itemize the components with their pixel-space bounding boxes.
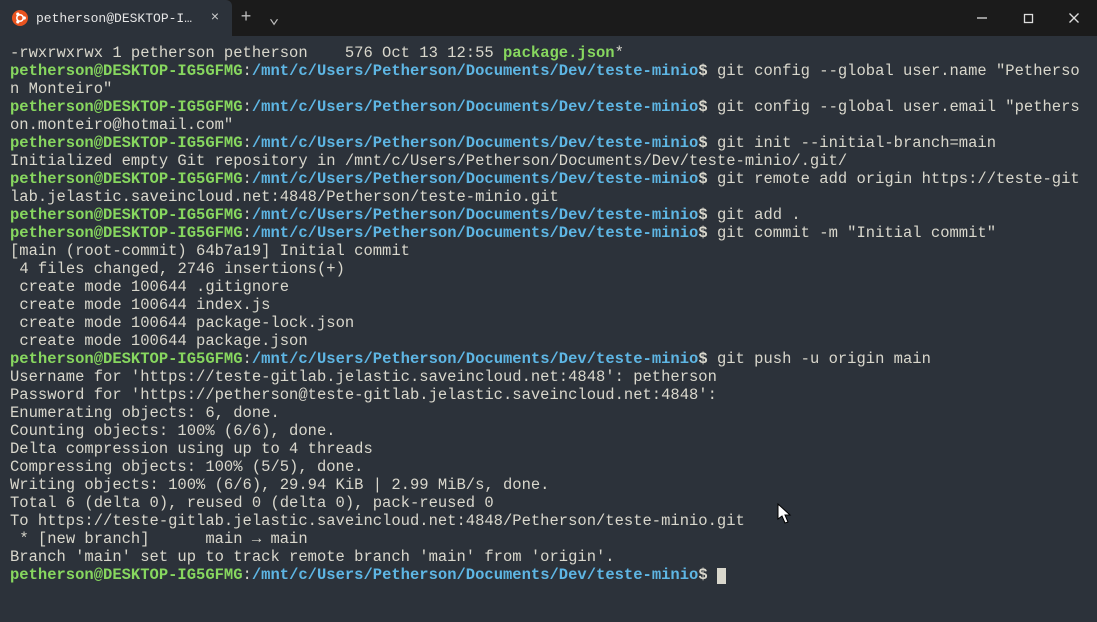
push-out: Total 6 (delta 0), reused 0 (delta 0), p… xyxy=(10,494,494,512)
commit-out: create mode 100644 index.js xyxy=(10,296,270,314)
titlebar: petherson@DESKTOP-IG5GFM × + ⌄ xyxy=(0,0,1097,36)
commit-out: 4 files changed, 2746 insertions(+) xyxy=(10,260,345,278)
tab-title: petherson@DESKTOP-IG5GFM xyxy=(36,11,196,26)
cmd-git-init: git init --initial-branch=main xyxy=(708,134,996,152)
prompt-user: petherson@DESKTOP-IG5GFMG xyxy=(10,62,243,80)
commit-out: create mode 100644 package-lock.json xyxy=(10,314,354,332)
terminal-window: petherson@DESKTOP-IG5GFM × + ⌄ -rwxrwxrw… xyxy=(0,0,1097,622)
prompt-path: /mnt/c/Users/Petherson/Documents/Dev/tes… xyxy=(252,206,698,224)
ls-filename: package.json xyxy=(503,44,615,62)
push-out: Compressing objects: 100% (5/5), done. xyxy=(10,458,363,476)
commit-out: create mode 100644 .gitignore xyxy=(10,278,289,296)
push-out: To https://teste-gitlab.jelastic.saveinc… xyxy=(10,512,745,530)
push-out: Username for 'https://teste-gitlab.jelas… xyxy=(10,368,717,386)
prompt-user: petherson@DESKTOP-IG5GFMG xyxy=(10,206,243,224)
tab-close-button[interactable]: × xyxy=(208,11,222,25)
out-git-init: Initialized empty Git repository in /mnt… xyxy=(10,152,847,170)
prompt-user: petherson@DESKTOP-IG5GFMG xyxy=(10,170,243,188)
minimize-button[interactable] xyxy=(959,0,1005,36)
commit-out: create mode 100644 package.json xyxy=(10,332,308,350)
new-tab-button[interactable]: + xyxy=(232,0,260,36)
terminal-output[interactable]: -rwxrwxrwx 1 petherson petherson 576 Oct… xyxy=(0,36,1097,622)
prompt-user: petherson@DESKTOP-IG5GFMG xyxy=(10,134,243,152)
cmd-git-add: git add . xyxy=(708,206,801,224)
push-out: Delta compression using up to 4 threads xyxy=(10,440,373,458)
push-out: Password for 'https://petherson@teste-gi… xyxy=(10,386,717,404)
prompt-path: /mnt/c/Users/Petherson/Documents/Dev/tes… xyxy=(252,224,698,242)
cmd-git-commit: git commit -m "Initial commit" xyxy=(708,224,996,242)
push-out: Enumerating objects: 6, done. xyxy=(10,404,280,422)
maximize-button[interactable] xyxy=(1005,0,1051,36)
terminal-tab[interactable]: petherson@DESKTOP-IG5GFM × xyxy=(0,0,232,36)
tab-dropdown-button[interactable]: ⌄ xyxy=(260,0,288,36)
text-cursor xyxy=(717,568,726,584)
prompt-user: petherson@DESKTOP-IG5GFMG xyxy=(10,350,243,368)
prompt-user: petherson@DESKTOP-IG5GFMG xyxy=(10,566,243,584)
prompt-path: /mnt/c/Users/Petherson/Documents/Dev/tes… xyxy=(252,170,698,188)
window-controls xyxy=(959,0,1097,36)
ubuntu-icon xyxy=(12,10,28,26)
prompt-path: /mnt/c/Users/Petherson/Documents/Dev/tes… xyxy=(252,350,698,368)
prompt-path: /mnt/c/Users/Petherson/Documents/Dev/tes… xyxy=(252,62,698,80)
push-out: Branch 'main' set up to track remote bra… xyxy=(10,548,615,566)
push-out: * [new branch] main → main xyxy=(10,530,308,548)
prompt-path: /mnt/c/Users/Petherson/Documents/Dev/tes… xyxy=(252,566,698,584)
prompt-user: petherson@DESKTOP-IG5GFMG xyxy=(10,224,243,242)
prompt-path: /mnt/c/Users/Petherson/Documents/Dev/tes… xyxy=(252,98,698,116)
ls-suffix: * xyxy=(615,44,624,62)
ls-output: -rwxrwxrwx 1 petherson petherson 576 Oct… xyxy=(10,44,503,62)
cmd-git-push: git push -u origin main xyxy=(708,350,931,368)
close-button[interactable] xyxy=(1051,0,1097,36)
prompt-user: petherson@DESKTOP-IG5GFMG xyxy=(10,98,243,116)
push-out: Writing objects: 100% (6/6), 29.94 KiB |… xyxy=(10,476,550,494)
push-out: Counting objects: 100% (6/6), done. xyxy=(10,422,336,440)
commit-out: [main (root-commit) 64b7a19] Initial com… xyxy=(10,242,410,260)
prompt-path: /mnt/c/Users/Petherson/Documents/Dev/tes… xyxy=(252,134,698,152)
